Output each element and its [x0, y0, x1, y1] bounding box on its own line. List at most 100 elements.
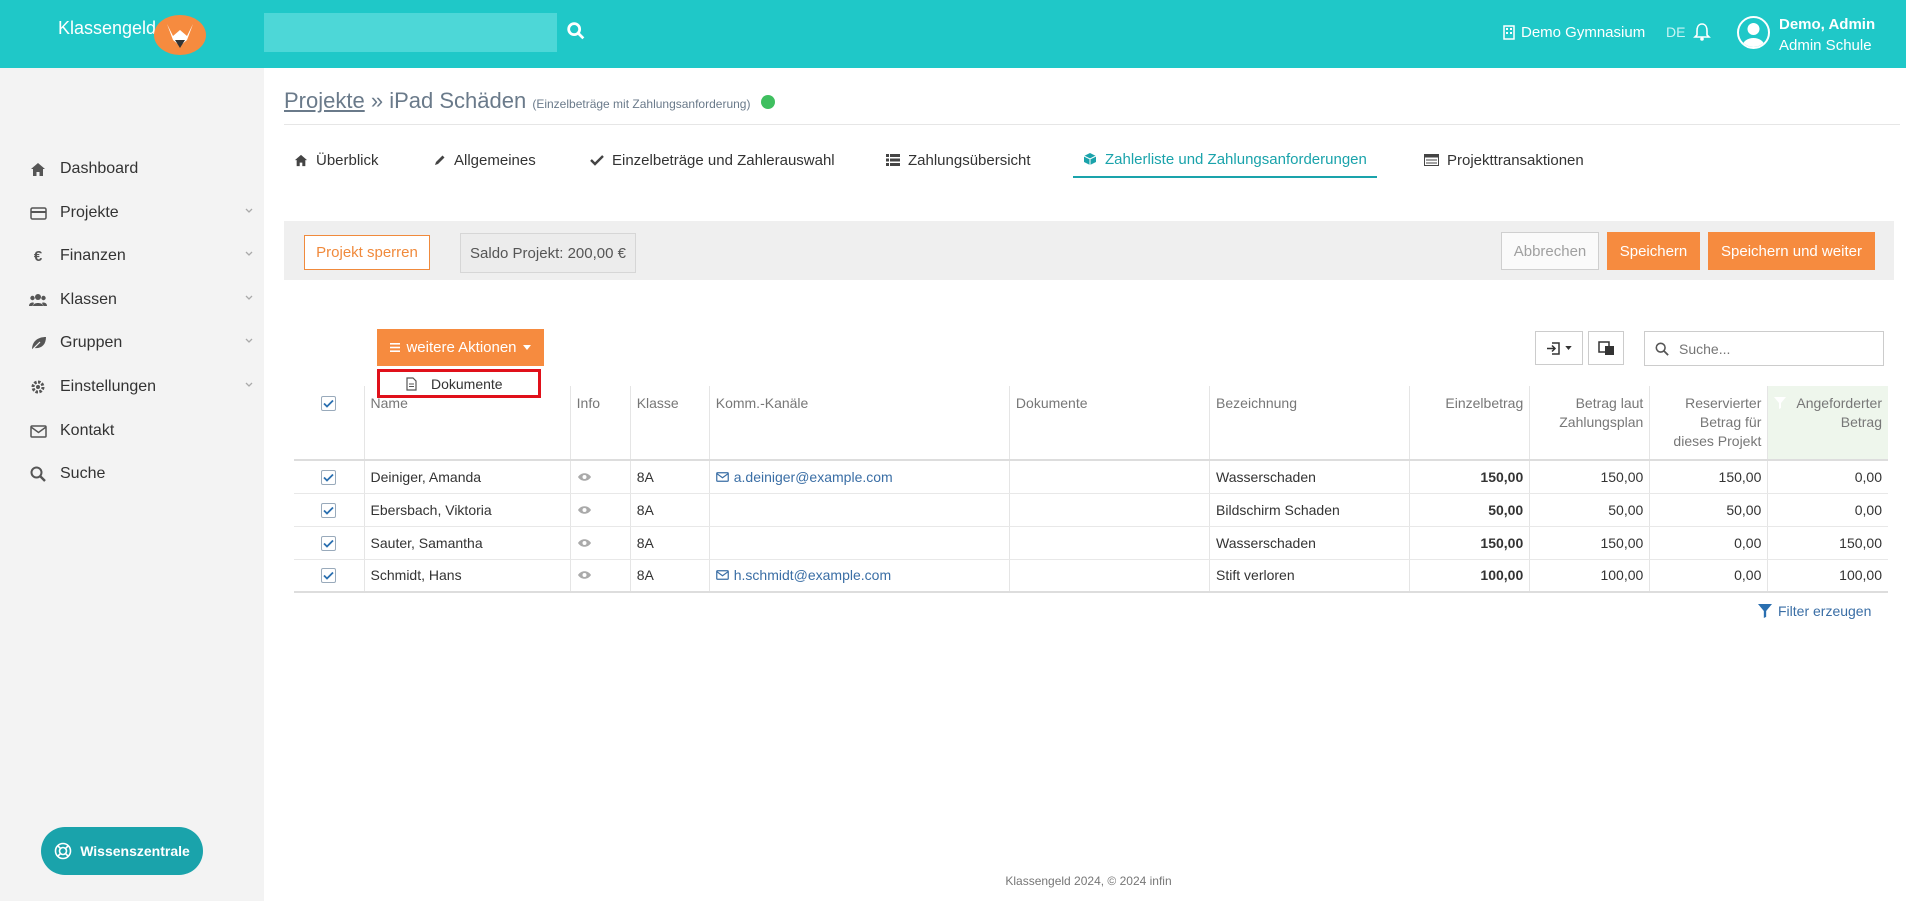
school-selector[interactable]: Demo Gymnasium	[1503, 24, 1645, 41]
columns-toggle-button[interactable]	[1588, 331, 1624, 365]
cell-angefordert: 0,00	[1767, 460, 1888, 494]
row-select-cell	[294, 559, 365, 593]
fox-logo-icon[interactable]	[153, 10, 207, 56]
table-row[interactable]: Ebersbach, Viktoria 8A Bildschirm Schade…	[294, 493, 1888, 527]
sidebar-item-kontakt[interactable]: Kontakt	[28, 418, 254, 444]
col-header-name[interactable]: Name	[364, 386, 571, 460]
lock-project-button[interactable]: Projekt sperren	[304, 235, 430, 270]
create-filter-link[interactable]: Filter erzeugen	[1758, 603, 1871, 619]
row-checkbox[interactable]	[321, 568, 337, 584]
table-search-input[interactable]	[1679, 340, 1859, 357]
tab-einzelbetraege[interactable]: Einzelbeträge und Zahlerauswahl	[580, 142, 845, 178]
sidebar-item-einstellungen[interactable]: Einstellungen	[28, 374, 254, 400]
check-icon	[323, 399, 334, 408]
search-icon[interactable]	[565, 20, 587, 42]
create-filter-label: Filter erzeugen	[1778, 603, 1872, 619]
top-bar: Klassengeld Demo Gymnasium DE Demo, Admi…	[0, 0, 1906, 68]
chevron-down-icon[interactable]	[244, 336, 254, 346]
col-header-einzelbetrag[interactable]: Einzelbetrag	[1409, 386, 1531, 460]
email-link[interactable]: h.schmidt@example.com	[715, 567, 891, 583]
table-search[interactable]	[1644, 331, 1884, 366]
euro-icon: €	[33, 247, 43, 265]
chevron-down-icon[interactable]	[244, 249, 254, 259]
cell-bezeichnung: Bildschirm Schaden	[1209, 493, 1411, 527]
col-header-klasse[interactable]: Klasse	[630, 386, 710, 460]
sidebar-item-finanzen[interactable]: € Finanzen	[28, 243, 254, 269]
chevron-down-icon[interactable]	[244, 206, 254, 216]
table-row[interactable]: Deiniger, Amanda 8A a.deiniger@example.c…	[294, 460, 1888, 494]
cell-name: Schmidt, Hans	[364, 559, 571, 593]
table-row[interactable]: Schmidt, Hans 8A h.schmidt@example.com S…	[294, 559, 1888, 593]
envelope-icon	[715, 471, 729, 482]
cell-einzelbetrag[interactable]: 150,00	[1409, 460, 1531, 494]
export-dropdown-button[interactable]	[1535, 331, 1583, 365]
cell-info	[570, 460, 631, 494]
bars-icon	[390, 343, 401, 352]
global-search-input[interactable]	[264, 13, 557, 52]
language-switch[interactable]: DE	[1666, 24, 1685, 40]
tab-ueberblick[interactable]: Überblick	[284, 142, 389, 178]
save-and-next-button[interactable]: Speichern und weiter	[1708, 232, 1875, 270]
search-icon	[28, 465, 48, 483]
sidebar-item-dashboard[interactable]: Dashboard	[28, 156, 254, 182]
cell-info	[570, 493, 631, 527]
col-header-reserviert[interactable]: Reservierter Betrag für dieses Projekt	[1649, 386, 1769, 460]
cell-dokumente	[1009, 526, 1211, 560]
tab-label: Überblick	[316, 151, 379, 169]
sidebar-item-projekte[interactable]: Projekte	[28, 200, 254, 226]
select-all-checkbox[interactable]	[321, 396, 337, 411]
bell-icon[interactable]	[1693, 22, 1711, 42]
cell-klasse: 8A	[630, 460, 710, 494]
avatar[interactable]	[1737, 16, 1770, 49]
col-header-zahlungsplan[interactable]: Betrag laut Zahlungsplan	[1529, 386, 1651, 460]
col-header-angefordert[interactable]: Angeforderter Betrag	[1767, 386, 1888, 460]
table-row[interactable]: Sauter, Samantha 8A Wasserschaden 150,00…	[294, 526, 1888, 560]
tab-label: Einzelbeträge und Zahlerauswahl	[612, 151, 835, 169]
row-checkbox[interactable]	[321, 469, 337, 485]
sidebar-item-suche[interactable]: Suche	[28, 461, 254, 487]
tab-label: Projekttransaktionen	[1447, 151, 1584, 169]
user-menu[interactable]: Demo, Admin Admin Schule	[1779, 14, 1875, 56]
breadcrumb-projekte-link[interactable]: Projekte	[284, 88, 365, 113]
eye-icon[interactable]	[577, 505, 592, 515]
eye-icon[interactable]	[577, 472, 592, 482]
sign-in-icon	[1547, 341, 1560, 355]
save-button[interactable]: Speichern	[1607, 232, 1700, 270]
cell-einzelbetrag[interactable]: 150,00	[1409, 526, 1531, 560]
tab-label: Zahlungsübersicht	[908, 151, 1031, 169]
filter-icon	[1774, 397, 1787, 409]
tab-zahlungsuebersicht[interactable]: Zahlungsübersicht	[876, 142, 1041, 178]
col-header-info[interactable]: Info	[570, 386, 631, 460]
chevron-down-icon[interactable]	[244, 380, 254, 390]
row-checkbox[interactable]	[321, 535, 337, 551]
col-header-dokumente[interactable]: Dokumente	[1009, 386, 1211, 460]
col-header-label: Angeforderter Betrag	[1796, 395, 1882, 430]
cancel-button[interactable]: Abbrechen	[1501, 232, 1599, 270]
user-name: Demo, Admin	[1779, 16, 1876, 33]
pencil-icon	[435, 155, 445, 165]
cell-klasse: 8A	[630, 559, 710, 593]
eye-icon[interactable]	[577, 538, 592, 548]
sidebar-item-gruppen[interactable]: Gruppen	[28, 330, 254, 356]
users-icon	[28, 291, 48, 309]
eye-icon[interactable]	[577, 570, 592, 580]
cell-angefordert: 100,00	[1767, 559, 1888, 593]
cell-angefordert: 150,00	[1767, 526, 1888, 560]
col-header-bezeichnung[interactable]: Bezeichnung	[1209, 386, 1411, 460]
more-actions-button[interactable]: weitere Aktionen	[377, 329, 544, 366]
sidebar-item-klassen[interactable]: Klassen	[28, 287, 254, 313]
cell-einzelbetrag[interactable]: 50,00	[1409, 493, 1531, 527]
tab-allgemeines[interactable]: Allgemeines	[423, 142, 546, 178]
col-header-kanaele[interactable]: Komm.-Kanäle	[709, 386, 1010, 460]
gear-icon	[28, 378, 48, 396]
brand-name[interactable]: Klassengeld	[58, 18, 156, 39]
tab-projekttransaktionen[interactable]: Projekttransaktionen	[1414, 142, 1594, 178]
wissenszentrale-button[interactable]: Wissenszentrale	[41, 827, 203, 875]
cell-zahlungsplan: 50,00	[1529, 493, 1651, 527]
cell-einzelbetrag[interactable]: 100,00	[1409, 559, 1531, 593]
row-checkbox[interactable]	[321, 502, 337, 518]
tab-zahlerliste[interactable]: Zahlerliste und Zahlungsanforderungen	[1073, 142, 1377, 178]
chevron-down-icon[interactable]	[244, 293, 254, 303]
sidebar-item-label: Gruppen	[60, 334, 123, 351]
email-link[interactable]: a.deiniger@example.com	[715, 469, 893, 485]
